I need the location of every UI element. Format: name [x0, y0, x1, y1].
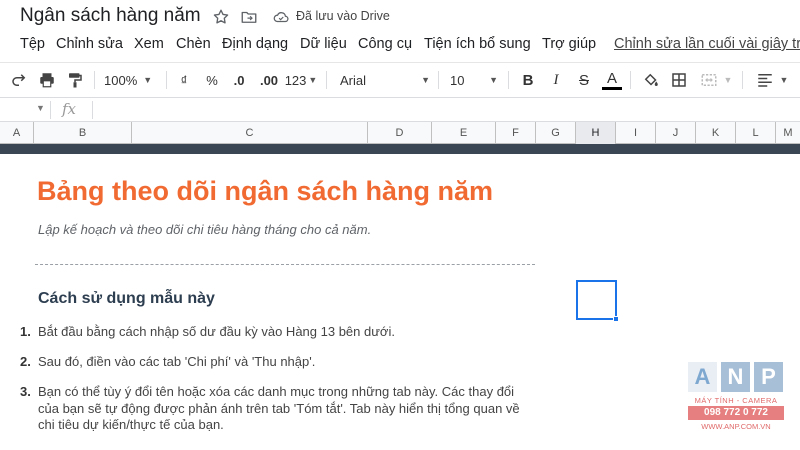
text-color-swatch — [602, 86, 622, 90]
formula-divider — [92, 101, 93, 119]
menu-tools[interactable]: Công cụ — [358, 36, 412, 52]
column-header-e[interactable]: E — [432, 122, 496, 144]
decrease-decimal-button[interactable]: .0 — [228, 69, 250, 91]
chevron-down-icon: ▼ — [421, 75, 430, 85]
name-box-dropdown-icon[interactable]: ▼ — [36, 103, 45, 113]
column-header-g[interactable]: G — [536, 122, 576, 144]
zoom-select[interactable]: 100% ▼ — [104, 69, 160, 91]
italic-button[interactable]: I — [546, 69, 566, 91]
menu-addons[interactable]: Tiện ích bổ sung — [424, 36, 531, 52]
logo-letter: A — [688, 362, 717, 392]
menu-edit[interactable]: Chỉnh sửa — [56, 36, 123, 52]
column-header-c[interactable]: C — [132, 122, 368, 144]
formula-input[interactable] — [100, 102, 780, 118]
step-number: 1. — [20, 324, 31, 339]
merge-cells-icon[interactable]: ▼ — [698, 69, 734, 91]
menu-help[interactable]: Trợ giúp — [542, 36, 596, 52]
more-formats-button[interactable]: 123 ▼ — [284, 69, 318, 91]
font-size-select[interactable]: 10 ▼ — [450, 69, 498, 91]
document-title[interactable]: Ngân sách hàng năm — [20, 5, 201, 27]
menu-data[interactable]: Dữ liệu — [300, 36, 347, 52]
menu-file[interactable]: Tệp — [20, 36, 45, 52]
sheet-grid[interactable]: Bảng theo dõi ngân sách hàng năm Lập kế … — [0, 154, 800, 450]
logo-subtitle: MÁY TÍNH - CAMERA — [694, 396, 778, 405]
fx-icon: fx — [62, 100, 77, 118]
chevron-down-icon: ▼ — [779, 75, 789, 85]
column-header-j[interactable]: J — [656, 122, 696, 144]
column-header-b[interactable]: B — [34, 122, 132, 144]
font-select[interactable]: Arial ▼ — [340, 69, 430, 91]
sheet-title: Bảng theo dõi ngân sách hàng năm — [37, 176, 494, 206]
logo-letters: A N P — [688, 362, 784, 392]
chevron-down-icon: ▼ — [143, 75, 153, 85]
fill-color-icon[interactable] — [640, 69, 662, 91]
menu-insert[interactable]: Chèn — [176, 36, 211, 52]
more-formats-label: 123 — [284, 72, 307, 88]
logo-letter: N — [721, 362, 750, 392]
selected-cell[interactable] — [576, 280, 617, 320]
step-text: Bạn có thể tùy ý đổi tên hoặc xóa các da… — [38, 384, 520, 432]
section-heading: Cách sử dụng mẫu này — [38, 290, 215, 307]
menu-bar: Tệp Chỉnh sửa Xem Chèn Định dạng Dữ liệu… — [0, 34, 800, 58]
move-to-folder-icon[interactable] — [240, 8, 258, 26]
menu-view[interactable]: Xem — [134, 36, 164, 52]
redo-icon[interactable] — [8, 69, 30, 91]
column-header-f[interactable]: F — [496, 122, 536, 144]
font-value: Arial — [340, 72, 367, 88]
dashed-divider — [35, 264, 535, 265]
step-number: 2. — [20, 354, 31, 369]
step-text: Bắt đầu bằng cách nhập số dư đầu kỳ vào … — [38, 324, 395, 339]
font-size-value: 10 — [450, 72, 465, 88]
column-header-l[interactable]: L — [736, 122, 776, 144]
formula-bar: ▼ fx — [0, 97, 800, 122]
chevron-down-icon: ▼ — [723, 75, 733, 85]
column-header-i[interactable]: I — [616, 122, 656, 144]
chevron-down-icon: ▼ — [489, 75, 498, 85]
currency-format-button[interactable]: ₫ — [174, 69, 194, 91]
bold-button[interactable]: B — [518, 69, 538, 91]
column-header-h[interactable]: H — [576, 122, 616, 144]
column-header-a[interactable]: A — [0, 122, 34, 144]
title-bar: Ngân sách hàng năm Đã lưu vào Drive — [0, 0, 800, 32]
step-text: Sau đó, điền vào các tab 'Chi phí' và 'T… — [38, 354, 316, 369]
print-icon[interactable] — [36, 69, 58, 91]
column-header-m[interactable]: M — [776, 122, 800, 144]
increase-decimal-button[interactable]: .00 — [256, 69, 282, 91]
toolbar: 100% ▼ ₫ % .0 .00 123 ▼ Arial ▼ 10 ▼ B I S A… — [0, 62, 800, 96]
align-icon[interactable]: ▼ — [752, 69, 792, 91]
column-header-k[interactable]: K — [696, 122, 736, 144]
text-color-label: A — [606, 69, 617, 87]
formula-divider — [50, 101, 51, 119]
star-icon[interactable] — [212, 8, 230, 26]
step-number: 3. — [20, 384, 31, 399]
percent-format-button[interactable]: % — [202, 69, 222, 91]
strikethrough-button[interactable]: S — [574, 69, 594, 91]
fill-handle[interactable] — [613, 316, 619, 322]
last-edit-link[interactable]: Chỉnh sửa lần cuối vài giây trư — [614, 36, 800, 52]
frozen-header-strip — [0, 144, 800, 154]
logo-website: WWW.ANP.COM.VN — [701, 422, 771, 431]
saved-status: Đã lưu vào Drive — [296, 9, 390, 23]
text-color-button[interactable]: A — [601, 69, 623, 91]
paint-format-icon[interactable] — [64, 69, 86, 91]
chevron-down-icon: ▼ — [308, 75, 318, 85]
column-headers: A B C D E F G H I J K L M — [0, 122, 800, 144]
anp-watermark-logo: A N P MÁY TÍNH - CAMERA 098 772 0 772 WW… — [688, 362, 784, 438]
menu-format[interactable]: Định dạng — [222, 36, 288, 52]
sheet-subtitle: Lập kế hoạch và theo dõi chi tiêu hàng t… — [38, 222, 372, 237]
logo-phone: 098 772 0 772 — [688, 406, 784, 420]
zoom-value: 100% — [104, 72, 138, 88]
logo-letter: P — [754, 362, 783, 392]
column-header-d[interactable]: D — [368, 122, 432, 144]
borders-icon[interactable] — [668, 69, 690, 91]
cloud-saved-icon[interactable] — [272, 8, 290, 26]
